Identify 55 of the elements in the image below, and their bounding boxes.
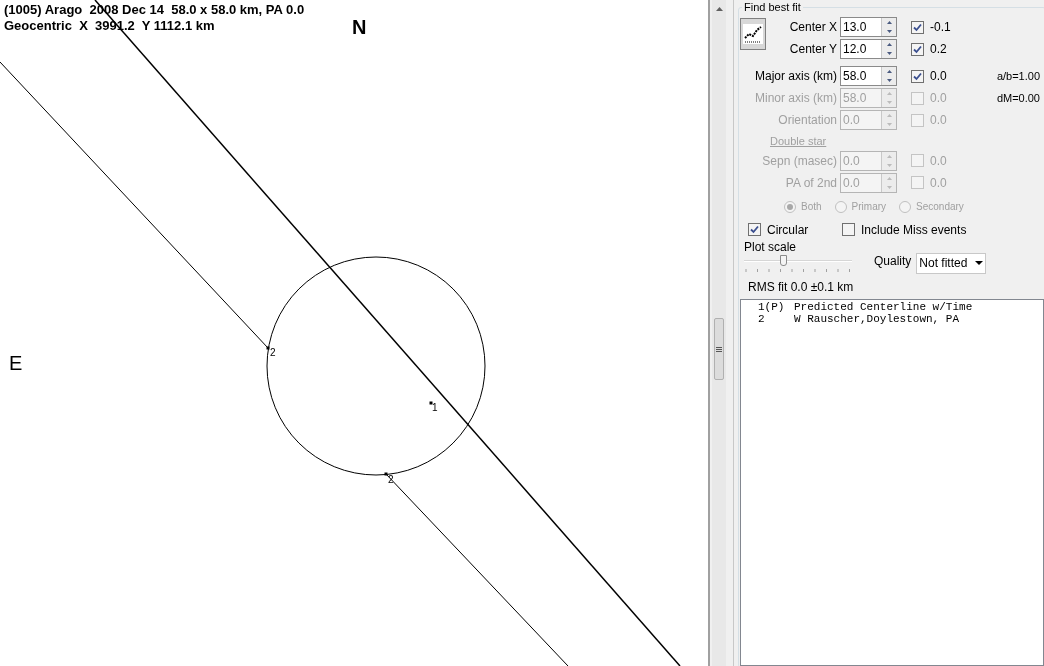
spinner-arrows-icon[interactable] — [881, 67, 896, 85]
spinner-arrows-icon[interactable] — [881, 40, 896, 58]
checkmark-icon — [913, 44, 922, 54]
residual-value: 0.0 — [930, 90, 948, 107]
checkmark-icon — [750, 225, 759, 234]
checkmark-icon — [913, 22, 922, 32]
observer-list-item[interactable]: 2 W Rauscher,Doylestown, PA — [741, 312, 1043, 325]
checkmark-icon — [913, 71, 922, 81]
plot-scale-slider[interactable] — [744, 254, 852, 267]
scroll-thumb[interactable] — [714, 318, 724, 380]
chord-number: 2 — [388, 475, 394, 485]
checkbox[interactable] — [911, 20, 924, 34]
chord-number: 1 — [432, 403, 438, 413]
scatter-chart-icon — [743, 24, 763, 44]
parameter-label: Major axis (km) — [754, 68, 838, 85]
ratio-note: a/b=1.00 — [996, 68, 1040, 84]
option-checkbox[interactable]: Circular — [748, 220, 842, 239]
parameter-label: Orientation — [777, 112, 838, 129]
chord-number: 2 — [270, 348, 276, 358]
residual-value: 0.2 — [930, 41, 948, 58]
residual-value: 0.0 — [930, 68, 948, 85]
parameter-label: Sepn (masec) — [761, 152, 838, 170]
checkbox[interactable] — [911, 42, 924, 56]
parameter-label: PA of 2nd — [784, 174, 838, 192]
checkbox[interactable] — [748, 223, 761, 236]
parameter-label: Center X — [788, 19, 838, 36]
parameter-label: Center Y — [788, 41, 838, 58]
direction-label: E — [9, 352, 23, 374]
spinner-arrows-icon[interactable] — [881, 18, 896, 36]
quality-dropdown[interactable]: Not fitted — [916, 252, 987, 274]
groupbox-title: Find best fit — [742, 0, 803, 14]
quality-label: Quality — [874, 252, 912, 270]
scroll-up-arrow-icon[interactable] — [715, 7, 723, 12]
fit-chart-button[interactable] — [740, 18, 766, 50]
ratio-note: dM=0.00 — [996, 90, 1040, 106]
slider-ticks-icon — [744, 268, 852, 275]
residual-value: -0.1 — [930, 19, 952, 36]
grip-icon — [716, 346, 722, 352]
slider-label: Plot scale — [744, 239, 798, 254]
spin-field[interactable]: 13.0 — [840, 17, 897, 37]
spin-field[interactable]: 58.0 — [840, 66, 897, 86]
direction-label: N — [352, 16, 367, 38]
residual-value: 0.0 — [930, 174, 948, 192]
option-checkbox[interactable]: Include Miss events — [842, 220, 967, 239]
slider-thumb[interactable] — [780, 254, 787, 266]
observer-list-item[interactable]: 1(P) Predicted Centerline w/Time — [741, 300, 1043, 313]
spin-field[interactable]: 12.0 — [840, 39, 897, 59]
residual-value: 0.0 — [930, 152, 948, 170]
rms-fit-text: RMS fit 0.0 ±0.1 km — [748, 278, 855, 296]
parameter-label: Minor axis (km) — [754, 90, 838, 107]
checkbox[interactable] — [842, 223, 855, 236]
section-heading: Double star — [770, 134, 828, 149]
checkbox[interactable] — [911, 69, 924, 83]
dropdown-caret-icon — [975, 260, 984, 266]
residual-value: 0.0 — [930, 112, 948, 129]
